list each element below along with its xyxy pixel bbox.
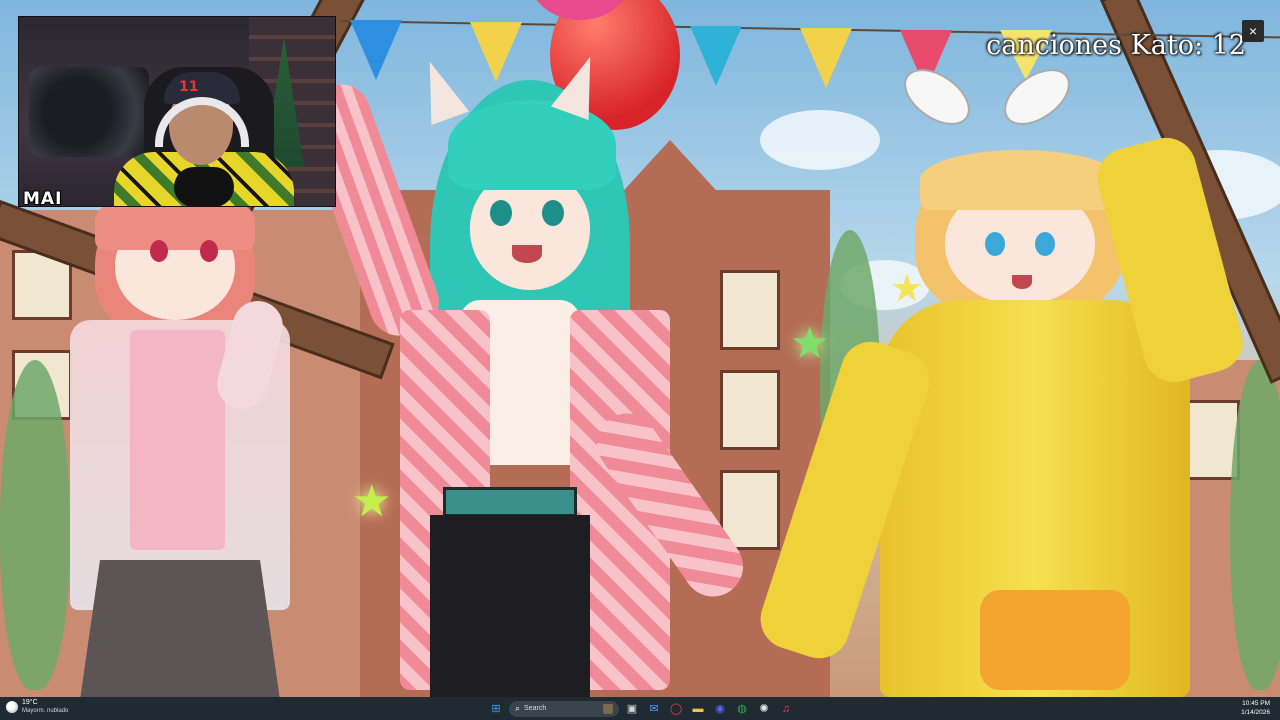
eye	[200, 240, 218, 262]
clock-time: 10:45 PM	[1242, 700, 1270, 707]
mouth	[512, 245, 542, 263]
search-highlight-icon	[603, 703, 613, 714]
star-decoration: ★	[890, 268, 925, 310]
mail-icon[interactable]: ✉	[645, 700, 663, 718]
mouth	[1012, 275, 1032, 289]
chatgpt-icon[interactable]: ✺	[755, 700, 773, 718]
bunting-flag	[470, 22, 522, 82]
weather-description: Mayorm. nublado	[22, 708, 69, 714]
cat-ear	[410, 54, 470, 126]
weather-widget[interactable]: 19°C Mayorm. nublado	[6, 699, 68, 715]
eye	[542, 200, 564, 226]
eye	[490, 200, 512, 226]
bangs	[920, 150, 1120, 210]
star-decoration: ★	[352, 477, 392, 526]
chrome-icon[interactable]: ◍	[733, 700, 751, 718]
tree	[1230, 360, 1280, 690]
eye	[150, 240, 168, 262]
black-skirt	[430, 515, 590, 697]
building-window	[720, 270, 780, 350]
webcam-label: MAI	[23, 189, 63, 207]
search-placeholder: Search	[524, 705, 547, 712]
eye	[1035, 232, 1055, 256]
clock-date: 1/14/2026	[1241, 709, 1270, 716]
cloud-icon	[6, 701, 18, 713]
bunting-flag	[800, 28, 852, 88]
weather-text: 19°C Mayorm. nublado	[22, 699, 68, 715]
cloud	[760, 110, 880, 170]
close-button[interactable]: ×	[1242, 20, 1264, 42]
belt	[443, 487, 577, 517]
file-explorer-icon[interactable]: ▬	[689, 700, 707, 718]
apple-music-icon[interactable]: ♫	[777, 700, 795, 718]
task-view-icon[interactable]: ▣	[623, 700, 641, 718]
taskbar-apps: ⊞ ⌕ Search ▣ ✉ ◯ ▬ ◉ ◍ ✺ ♫	[487, 698, 795, 719]
taskbar-clock[interactable]: 10:45 PM 1/14/2026	[1241, 699, 1270, 717]
discord-icon[interactable]: ◉	[711, 700, 729, 718]
star-decoration: ★	[790, 319, 830, 368]
search-input[interactable]: ⌕ Search	[509, 700, 619, 717]
shirt	[130, 330, 225, 550]
opera-icon[interactable]: ◯	[667, 700, 685, 718]
building-window	[720, 370, 780, 450]
windows-start-icon[interactable]: ⊞	[487, 700, 505, 718]
tree	[0, 360, 70, 690]
skirt	[80, 560, 280, 697]
song-counter: canciones Kato: 12	[986, 30, 1246, 61]
search-icon: ⌕	[515, 703, 521, 713]
cap-logo: 11	[179, 79, 199, 95]
drum-kit	[29, 67, 149, 157]
webcam-feed: 11 MAI	[18, 16, 336, 207]
taskbar: 19°C Mayorm. nublado ⊞ ⌕ Search ▣ ✉ ◯ ▬ …	[0, 697, 1280, 720]
bunting-flag	[350, 20, 402, 80]
hoodie-pocket	[980, 590, 1130, 690]
microphone	[174, 167, 234, 206]
eye	[985, 232, 1005, 256]
weather-temperature: 19°C	[22, 699, 38, 706]
bunting-flag	[690, 26, 742, 86]
